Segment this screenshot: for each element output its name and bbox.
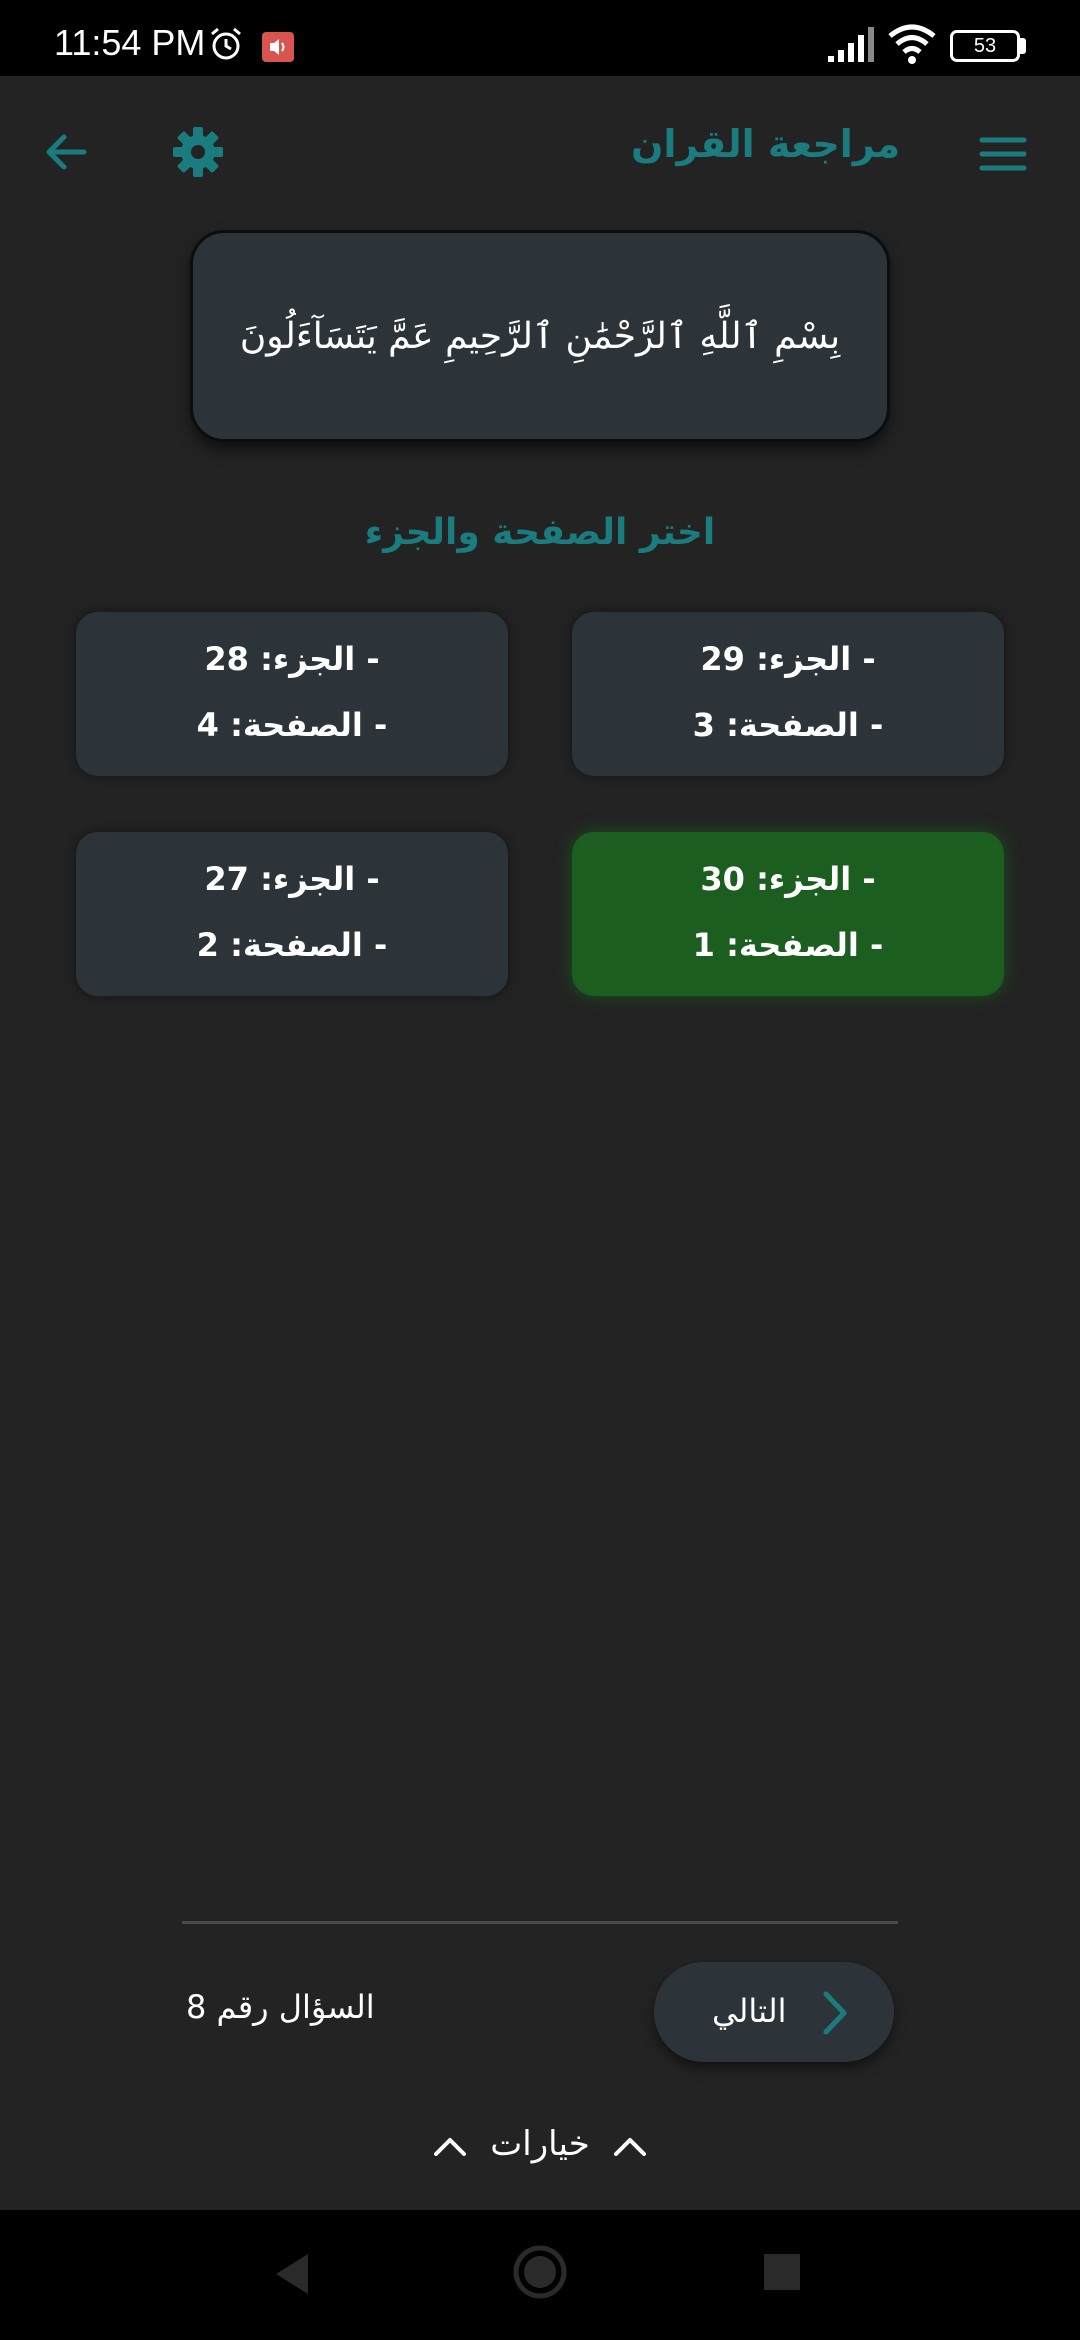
option-card-4[interactable]: - الجزء: 27 - الصفحة: 2: [76, 832, 508, 996]
option-card-2[interactable]: - الجزء: 28 - الصفحة: 4: [76, 612, 508, 776]
divider: [182, 1921, 898, 1924]
battery-tip: [1020, 38, 1026, 54]
option-card-3[interactable]: - الجزء: 30 - الصفحة: 1: [572, 832, 1004, 996]
status-time: 11:54 PM: [54, 22, 206, 63]
option-juz: - الجزء: 29: [700, 640, 876, 678]
chevron-right-icon: [823, 1991, 847, 2035]
sound-icon: [262, 32, 294, 62]
battery-icon: 53: [950, 30, 1020, 62]
option-card-1[interactable]: - الجزء: 29 - الصفحة: 3: [572, 612, 1004, 776]
section-title: اختر الصفحة والجزء: [364, 512, 716, 553]
option-juz: - الجزء: 28: [204, 640, 380, 678]
back-arrow-icon[interactable]: [40, 126, 92, 178]
app-bar: مراجعة القران: [0, 76, 1080, 228]
nav-recent-icon[interactable]: [764, 2254, 800, 2290]
question-number-label: السؤال رقم 8: [186, 1988, 375, 2026]
next-button-label: التالي: [712, 1992, 787, 2030]
verse-card: بِسْمِ ٱللَّهِ ٱلرَّحْمَٰنِ ٱلرَّحِيمِ ع…: [190, 230, 890, 442]
alarm-icon: [211, 27, 241, 60]
option-juz: - الجزء: 27: [204, 860, 380, 898]
nav-back-icon[interactable]: [272, 2250, 312, 2298]
next-button[interactable]: التالي: [654, 1962, 894, 2062]
options-label: خيارات: [490, 2124, 590, 2164]
nav-home-icon[interactable]: [512, 2244, 568, 2300]
verse-text: بِسْمِ ٱللَّهِ ٱلرَّحْمَٰنِ ٱلرَّحِيمِ ع…: [239, 315, 841, 357]
option-page: - الصفحة: 1: [692, 926, 884, 964]
navigation-bar: [0, 2210, 1080, 2340]
chevron-up-icon: [614, 2138, 646, 2156]
wifi-icon: [888, 24, 936, 64]
options-toggle[interactable]: خيارات: [0, 2118, 1080, 2178]
option-page: - الصفحة: 3: [692, 706, 884, 744]
option-page: - الصفحة: 4: [196, 706, 388, 744]
option-page: - الصفحة: 2: [196, 926, 388, 964]
page-title: مراجعة القران: [630, 122, 900, 166]
option-juz: - الجزء: 30: [700, 860, 876, 898]
chevron-up-icon: [434, 2138, 466, 2156]
menu-icon[interactable]: [978, 134, 1028, 174]
gear-icon[interactable]: [170, 124, 226, 180]
screen: 11:54 PM 53 مراجعة القران بِسْمِ ٱللَّهِ…: [0, 0, 1080, 2340]
status-bar: 11:54 PM 53: [0, 0, 1080, 76]
signal-icon: [828, 27, 874, 62]
